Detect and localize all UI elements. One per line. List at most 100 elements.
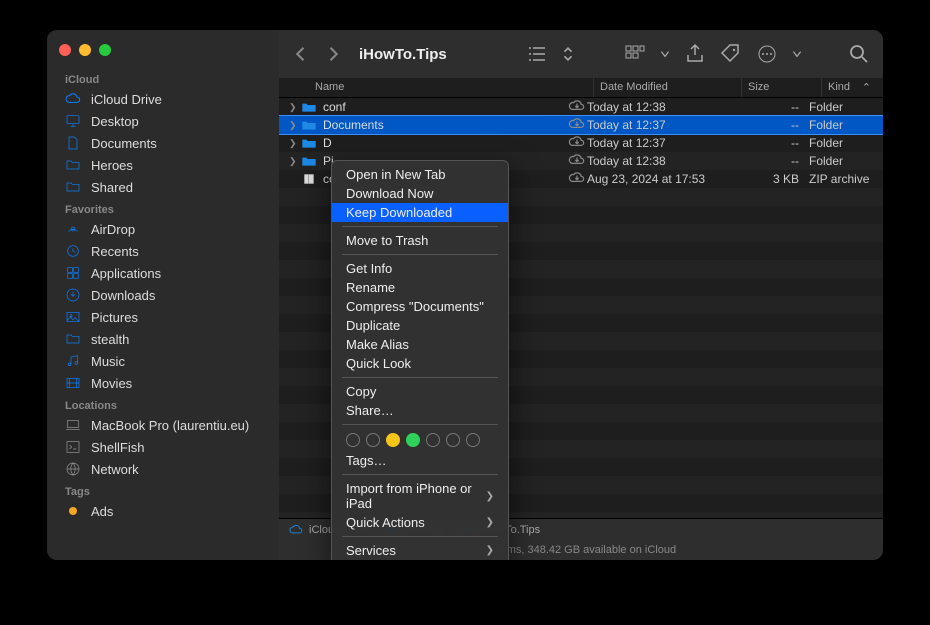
column-headers: Name Date Modified Size Kind⌃ [279, 78, 883, 98]
folder-icon [301, 136, 317, 150]
folder-icon [65, 157, 81, 173]
sidebar-item[interactable]: AirDrop [47, 218, 279, 240]
menu-item[interactable]: Copy [332, 382, 508, 401]
submenu-arrow-icon: ❯ [486, 491, 494, 502]
menu-item-label: Open in New Tab [346, 167, 446, 182]
sidebar-item-label: Desktop [91, 114, 139, 129]
sidebar-item[interactable]: Downloads [47, 284, 279, 306]
group-icon[interactable] [623, 42, 647, 66]
action-chevron-icon[interactable] [791, 42, 803, 66]
apps-icon [65, 265, 81, 281]
file-size: -- [735, 154, 809, 168]
sidebar-item-label: iCloud Drive [91, 92, 162, 107]
forward-button[interactable] [323, 44, 343, 64]
zoom-button[interactable] [99, 44, 111, 56]
sidebar-item[interactable]: Applications [47, 262, 279, 284]
action-icon[interactable] [755, 42, 779, 66]
sidebar-item[interactable]: ShellFish [47, 436, 279, 458]
movies-icon [65, 375, 81, 391]
menu-item-label: Make Alias [346, 337, 409, 352]
menu-item-label: Get Info [346, 261, 392, 276]
menu-item[interactable]: Tags… [332, 451, 508, 470]
sidebar-item[interactable]: Heroes [47, 154, 279, 176]
column-size[interactable]: Size [741, 78, 821, 97]
menu-item[interactable]: Keep Downloaded [332, 203, 508, 222]
disclosure-icon[interactable]: ❯ [289, 102, 299, 113]
sidebar-item[interactable]: iCloud Drive [47, 88, 279, 110]
sidebar-item[interactable]: Desktop [47, 110, 279, 132]
search-icon[interactable] [847, 42, 871, 66]
sidebar-item[interactable]: Music [47, 350, 279, 372]
folder-icon [301, 118, 317, 132]
menu-item[interactable]: Download Now [332, 184, 508, 203]
file-date: Today at 12:38 [587, 154, 735, 168]
sidebar-item[interactable]: Pictures [47, 306, 279, 328]
menu-item-label: Copy [346, 384, 376, 399]
column-kind[interactable]: Kind⌃ [821, 78, 883, 97]
menu-item[interactable]: Move to Trash [332, 231, 508, 250]
view-selector-icon[interactable] [561, 42, 575, 66]
menu-item[interactable]: Get Info [332, 259, 508, 278]
sidebar-item[interactable]: MacBook Pro (laurentiu.eu) [47, 414, 279, 436]
sidebar-item[interactable]: Shared [47, 176, 279, 198]
sidebar: iCloudiCloud DriveDesktopDocumentsHeroes… [47, 30, 279, 560]
folder-icon [65, 331, 81, 347]
finder-window: iCloudiCloud DriveDesktopDocumentsHeroes… [47, 30, 883, 560]
menu-item[interactable]: Make Alias [332, 335, 508, 354]
sidebar-item-label: ShellFish [91, 440, 144, 455]
sidebar-item-label: Recents [91, 244, 139, 259]
view-list-icon[interactable] [525, 42, 549, 66]
file-kind: Folder [809, 136, 843, 150]
menu-item[interactable]: Services❯ [332, 541, 508, 560]
menu-item-label: Download Now [346, 186, 433, 201]
menu-item[interactable]: Rename [332, 278, 508, 297]
sidebar-item-label: MacBook Pro (laurentiu.eu) [91, 418, 249, 433]
sidebar-item[interactable]: Movies [47, 372, 279, 394]
doc-icon [65, 135, 81, 151]
sidebar-item-label: Applications [91, 266, 161, 281]
cloud-icon [65, 91, 81, 107]
disclosure-icon[interactable]: ❯ [289, 120, 299, 131]
file-kind: ZIP archive [809, 172, 869, 186]
cloud-download-icon[interactable] [567, 168, 587, 191]
minimize-button[interactable] [79, 44, 91, 56]
sidebar-item[interactable]: Recents [47, 240, 279, 262]
sidebar-item[interactable]: Documents [47, 132, 279, 154]
column-name[interactable]: Name [315, 78, 593, 97]
menu-item[interactable]: Duplicate [332, 316, 508, 335]
section-label: Locations [47, 394, 279, 414]
folder-icon [301, 100, 317, 114]
sidebar-item[interactable]: stealth [47, 328, 279, 350]
menu-item[interactable]: Import from iPhone or iPad❯ [332, 479, 508, 513]
menu-item-label: Services [346, 543, 396, 558]
group-chevron-icon[interactable] [659, 42, 671, 66]
folder-icon [65, 179, 81, 195]
column-date[interactable]: Date Modified [593, 78, 741, 97]
share-icon[interactable] [683, 42, 707, 66]
sidebar-item[interactable]: Network [47, 458, 279, 480]
back-button[interactable] [291, 44, 311, 64]
tag-color-row[interactable] [332, 429, 508, 451]
menu-item[interactable]: Compress "Documents" [332, 297, 508, 316]
menu-item-label: Share… [346, 403, 394, 418]
file-size: -- [735, 118, 809, 132]
download-icon [65, 287, 81, 303]
menu-item-label: Keep Downloaded [346, 205, 452, 220]
close-button[interactable] [59, 44, 71, 56]
clock-icon [65, 243, 81, 259]
zip-icon [301, 172, 317, 186]
disclosure-icon[interactable]: ❯ [289, 156, 299, 167]
sidebar-item-label: Heroes [91, 158, 133, 173]
disclosure-icon[interactable]: ❯ [289, 138, 299, 149]
tag-icon[interactable] [719, 42, 743, 66]
sidebar-item[interactable]: Ads [47, 500, 279, 522]
sidebar-item-label: Music [91, 354, 125, 369]
menu-item[interactable]: Quick Look [332, 354, 508, 373]
menu-item[interactable]: Open in New Tab [332, 165, 508, 184]
sidebar-item-label: Pictures [91, 310, 138, 325]
sidebar-item-label: AirDrop [91, 222, 135, 237]
menu-item-label: Quick Look [346, 356, 411, 371]
menu-item[interactable]: Quick Actions❯ [332, 513, 508, 532]
menu-item[interactable]: Share… [332, 401, 508, 420]
section-label: Favorites [47, 198, 279, 218]
